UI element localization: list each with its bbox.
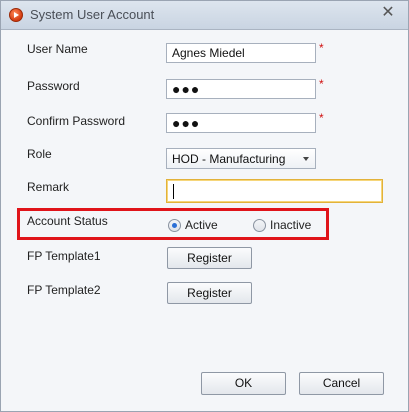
remark-label: Remark	[27, 180, 70, 194]
confirm-password-label: Confirm Password	[27, 114, 126, 128]
password-required-mark: *	[319, 77, 324, 91]
chevron-down-icon[interactable]	[303, 157, 309, 161]
system-user-account-window: System User Account ✕ User Name Agnes Mi…	[0, 0, 409, 412]
remark-input[interactable]	[166, 179, 383, 203]
active-radio[interactable]	[168, 219, 181, 232]
inactive-radio-label[interactable]: Inactive	[270, 218, 311, 232]
user-name-label: User Name	[27, 42, 88, 56]
close-icon: ✕	[381, 4, 395, 21]
window-title: System User Account	[30, 7, 155, 22]
text-caret	[173, 184, 174, 199]
role-label: Role	[27, 147, 52, 161]
account-status-label: Account Status	[27, 214, 108, 228]
role-selected-value: HOD - Manufacturing	[172, 152, 286, 166]
inactive-radio[interactable]	[253, 219, 266, 232]
ok-button[interactable]: OK	[201, 372, 286, 395]
user-name-required-mark: *	[319, 41, 324, 55]
confirm-password-input[interactable]: ●●●	[166, 113, 316, 133]
fp-template2-register-button[interactable]: Register	[167, 282, 252, 304]
cancel-button[interactable]: Cancel	[299, 372, 384, 395]
fp-template1-label: FP Template1	[27, 249, 101, 263]
password-label: Password	[27, 79, 80, 93]
close-button[interactable]: ✕	[378, 3, 398, 23]
confirm-password-required-mark: *	[319, 111, 324, 125]
role-select[interactable]: HOD - Manufacturing	[166, 148, 316, 169]
user-name-input[interactable]: Agnes Miedel	[166, 43, 316, 63]
app-icon	[9, 8, 23, 22]
title-bar[interactable]: System User Account ✕	[1, 1, 408, 30]
active-radio-label[interactable]: Active	[185, 218, 218, 232]
fp-template1-register-button[interactable]: Register	[167, 247, 252, 269]
password-input[interactable]: ●●●	[166, 79, 316, 99]
fp-template2-label: FP Template2	[27, 283, 101, 297]
